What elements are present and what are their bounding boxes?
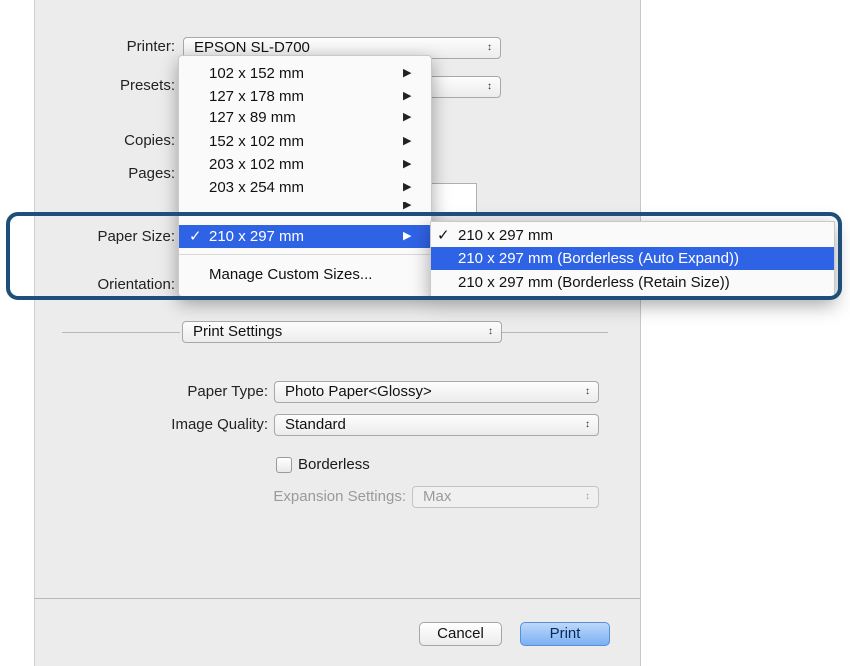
submenu-arrow-icon: ▶ xyxy=(403,135,412,147)
print-button[interactable]: Print xyxy=(520,622,610,646)
image-quality-label: Image Quality: xyxy=(171,416,268,433)
borderless-checkbox[interactable] xyxy=(276,457,292,473)
popup-stepper-icon: ↕ xyxy=(487,81,492,92)
menu-item-label: 152 x 102 mm xyxy=(209,133,305,150)
print-settings-popup[interactable]: Print Settings ↕ xyxy=(182,321,502,343)
menu-item-label: 203 x 102 mm xyxy=(209,156,305,173)
borderless-label: Borderless xyxy=(298,456,370,473)
cancel-button[interactable]: Cancel xyxy=(419,622,502,646)
menu-item-label: 127 x 89 mm xyxy=(209,109,296,126)
copies-label: Copies: xyxy=(124,132,175,149)
menu-item-partially-hidden[interactable]: ▶ xyxy=(179,202,431,212)
menu-item-size[interactable]: 152 x 102 mm ▶ xyxy=(179,130,431,153)
menu-item-size[interactable]: 102 x 152 mm ▶ xyxy=(179,62,431,85)
submenu-arrow-icon: ▶ xyxy=(403,158,412,170)
submenu-arrow-icon: ▶ xyxy=(403,181,412,193)
menu-item-label: 203 x 254 mm xyxy=(209,179,305,196)
expansion-value: Max xyxy=(423,488,452,505)
image-quality-popup[interactable]: Standard ↕ xyxy=(274,414,599,436)
popup-stepper-icon: ↕ xyxy=(487,42,492,53)
submenu-arrow-icon: ▶ xyxy=(403,202,412,211)
printer-label: Printer: xyxy=(126,38,175,55)
presets-label: Presets: xyxy=(119,77,175,94)
menu-item-size[interactable]: 127 x 89 mm ▶ xyxy=(179,106,431,129)
menu-item-label: 127 x 178 mm xyxy=(209,88,305,105)
popup-stepper-icon: ↕ xyxy=(585,491,590,502)
menu-item-label: 102 x 152 mm xyxy=(209,65,305,82)
paper-type-label: Paper Type: xyxy=(187,383,268,400)
footer-divider xyxy=(34,598,640,599)
popup-stepper-icon: ↕ xyxy=(585,386,590,397)
popup-stepper-icon: ↕ xyxy=(585,419,590,430)
print-settings-value: Print Settings xyxy=(193,323,283,340)
paper-type-popup[interactable]: Photo Paper<Glossy> ↕ xyxy=(274,381,599,403)
paper-type-value: Photo Paper<Glossy> xyxy=(285,383,432,400)
submenu-arrow-icon: ▶ xyxy=(403,111,412,123)
image-quality-value: Standard xyxy=(285,416,346,433)
expansion-popup[interactable]: Max ↕ xyxy=(412,486,599,508)
menu-item-size[interactable]: 127 x 178 mm ▶ xyxy=(179,85,431,108)
expansion-label: Expansion Settings: xyxy=(273,488,406,505)
menu-item-size[interactable]: 203 x 102 mm ▶ xyxy=(179,153,431,176)
divider-left xyxy=(62,332,180,333)
highlight-frame xyxy=(6,212,842,300)
printer-value: EPSON SL-D700 xyxy=(194,39,310,56)
popup-stepper-icon: ↕ xyxy=(488,326,493,337)
divider-right xyxy=(502,332,608,333)
pages-label: Pages: xyxy=(128,165,175,182)
submenu-arrow-icon: ▶ xyxy=(403,67,412,79)
submenu-arrow-icon: ▶ xyxy=(403,90,412,102)
menu-item-size[interactable]: 203 x 254 mm ▶ xyxy=(179,176,431,199)
